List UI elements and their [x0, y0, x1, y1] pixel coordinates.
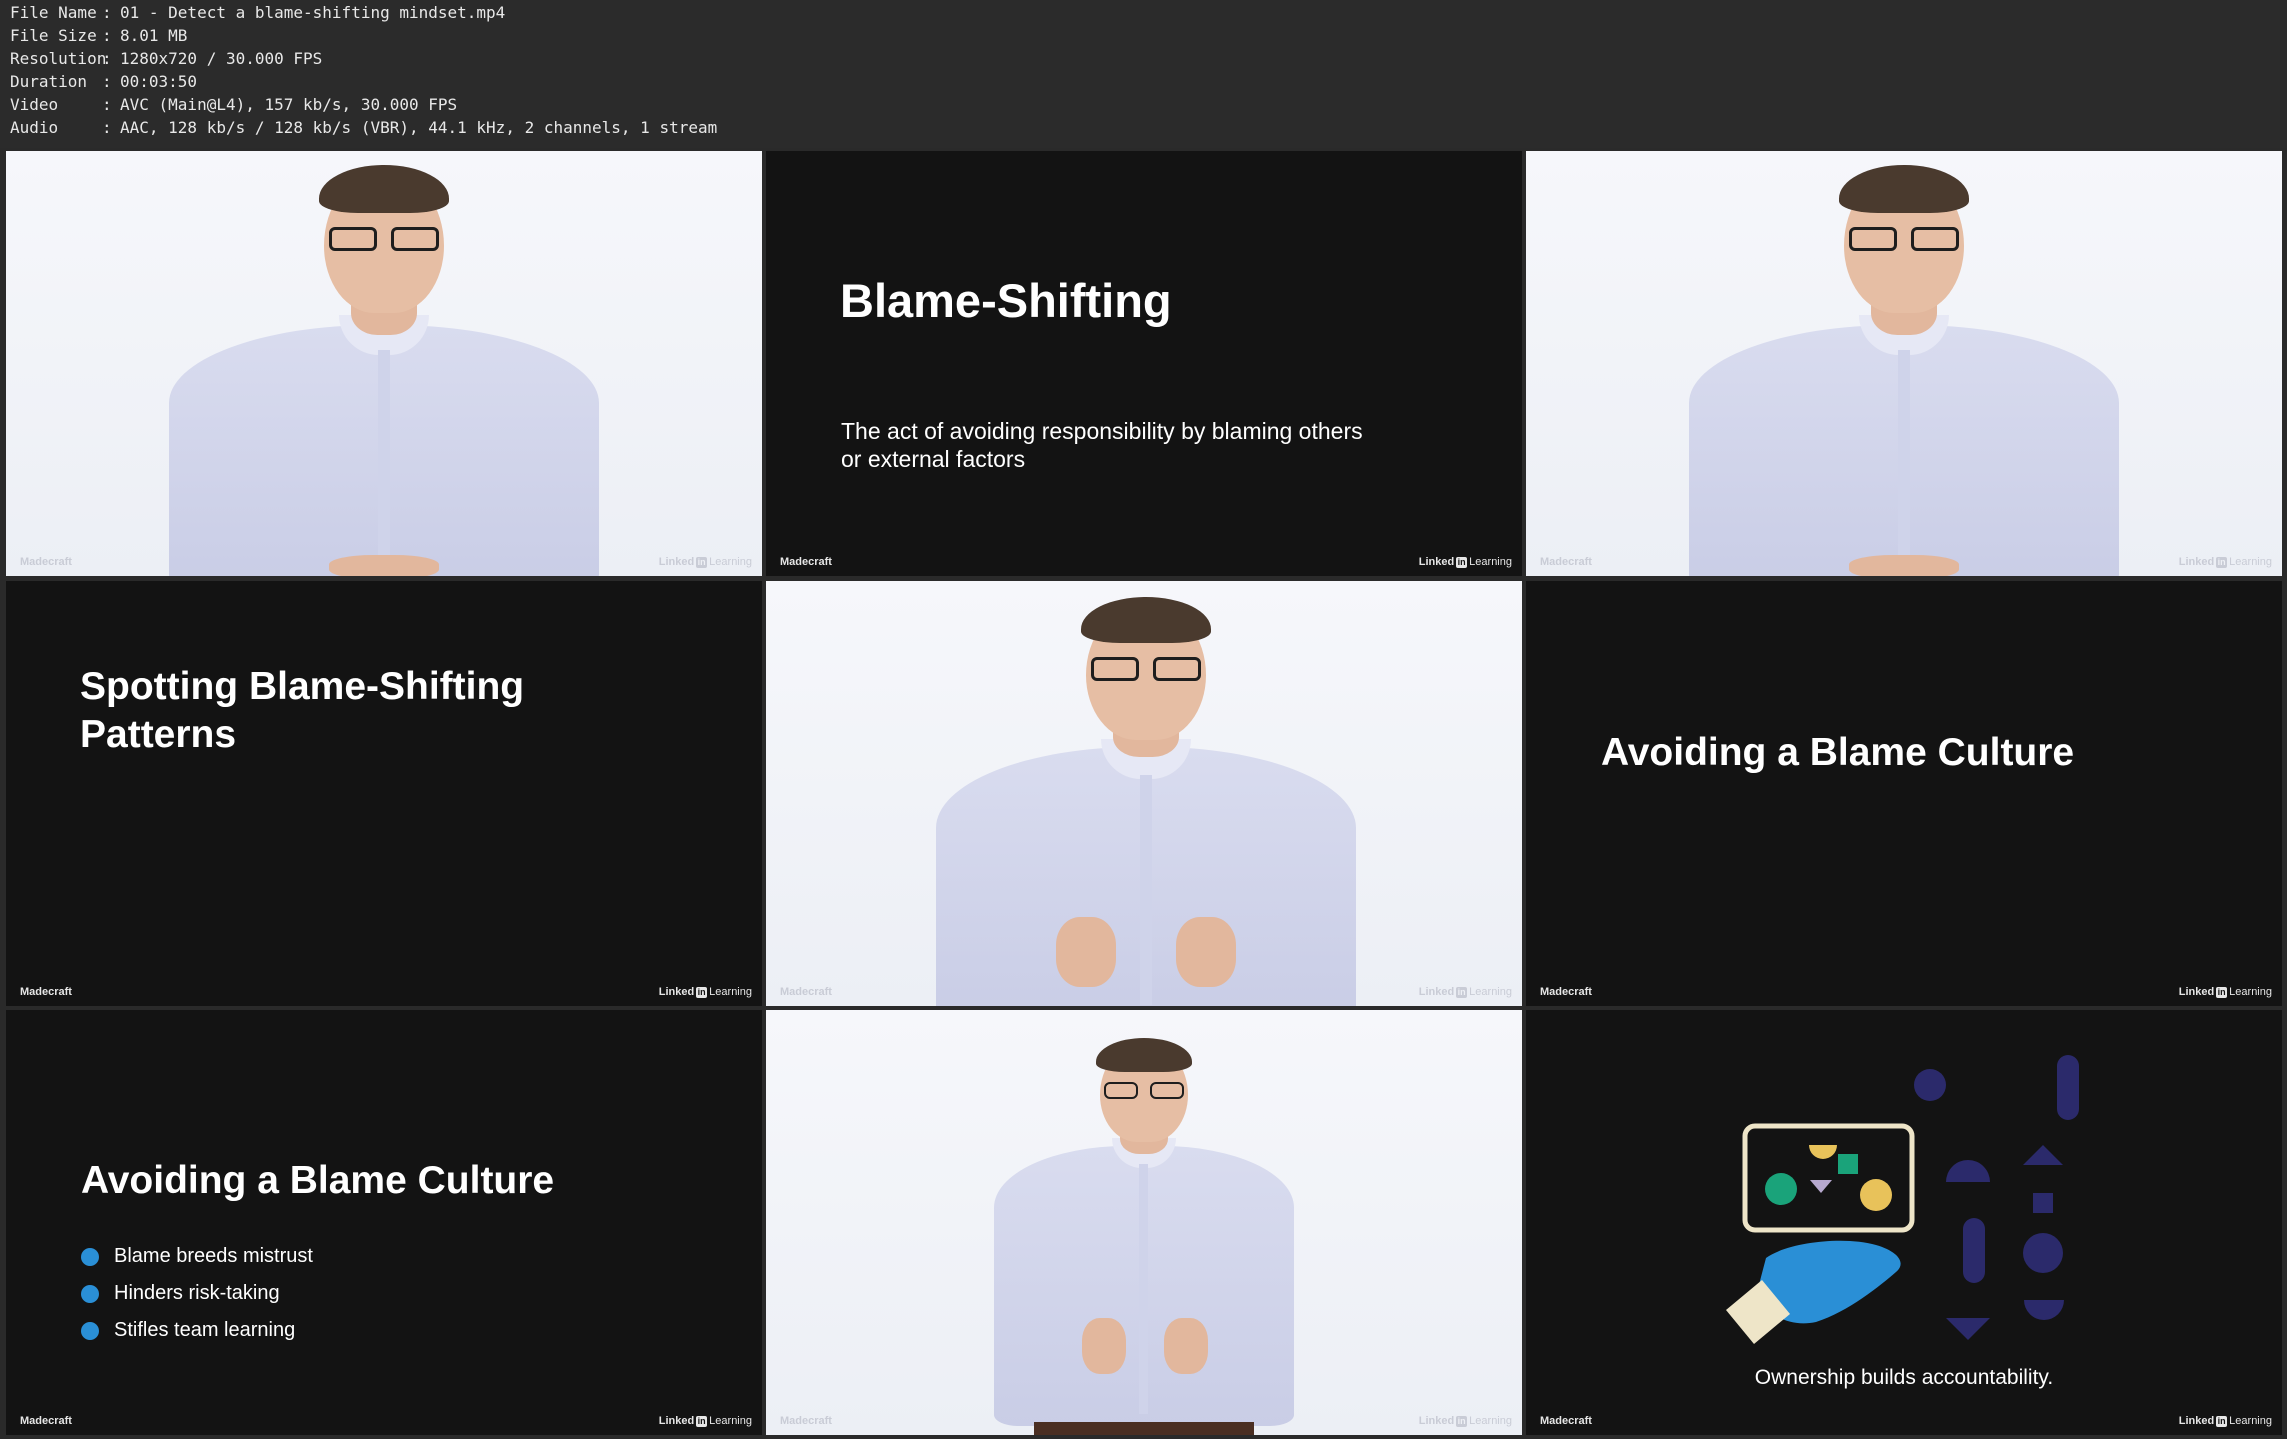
- file-info-row: Resolution: 1280x720 / 30.000 FPS: [10, 49, 323, 68]
- madecraft-logo: Madecraft: [1540, 1415, 1592, 1427]
- thumbnail-slide-avoiding-bullets[interactable]: Avoiding a Blame Culture Blame breeds mi…: [6, 1010, 762, 1435]
- thumbnail-presenter-4[interactable]: Madecraft Linked in Learning: [766, 1010, 1522, 1435]
- navy-pill-shape-2: [1963, 1218, 1985, 1283]
- slide-caption: Ownership builds accountability.: [1754, 1366, 2054, 1389]
- linkedin-learning-logo: Linked in Learning: [2178, 556, 2272, 568]
- slide-title: Avoiding a Blame Culture: [81, 1159, 555, 1202]
- slide-definition-line-1: The act of avoiding responsibility by bl…: [841, 418, 1363, 444]
- navy-pill-shape: [2057, 1055, 2079, 1120]
- bullet-dot-icon: [81, 1247, 99, 1266]
- presenter-figure: [994, 1038, 1294, 1435]
- madecraft-logo: Madecraft: [20, 556, 72, 568]
- thumbnail-slide-ownership[interactable]: Ownership builds accountability. Madecra…: [1526, 1010, 2282, 1435]
- thumbnail-presenter-3[interactable]: Madecraft Linked in Learning: [766, 581, 1522, 1006]
- linkedin-learning-logo: Linked in Learning: [1418, 1415, 1512, 1427]
- linkedin-learning-logo: Linked in Learning: [2178, 986, 2272, 998]
- bullet-dot-icon: [81, 1321, 99, 1340]
- navy-square-shape: [2033, 1193, 2053, 1213]
- navy-circle-shape: [1914, 1069, 1946, 1101]
- bullet-item: Hinders risk-taking: [81, 1275, 313, 1312]
- file-info-row: Audio: AAC, 128 kb/s / 128 kb/s (VBR), 44…: [10, 118, 718, 137]
- linkedin-learning-logo: Linked in Learning: [1418, 986, 1512, 998]
- madecraft-logo: Madecraft: [20, 986, 72, 998]
- bullet-item: Blame breeds mistrust: [81, 1238, 313, 1275]
- madecraft-logo: Madecraft: [1540, 986, 1592, 998]
- navy-triangle-down-shape: [1946, 1318, 1990, 1340]
- madecraft-logo: Madecraft: [780, 986, 832, 998]
- file-info-row: File Name:01 - Detect a blame-shifting m…: [10, 3, 506, 22]
- linkedin-learning-logo: Linked in Learning: [2178, 1415, 2272, 1427]
- bullet-list: Blame breeds mistrust Hinders risk-takin…: [81, 1238, 313, 1349]
- slide-title: Blame-Shifting: [840, 274, 1172, 327]
- slide-title-line-1: Spotting Blame-Shifting: [80, 665, 525, 708]
- file-info-panel: File Name:01 - Detect a blame-shifting m…: [0, 0, 2287, 148]
- file-info-row: File Size:8.01 MB: [10, 26, 188, 45]
- yellow-circle-shape: [1860, 1179, 1892, 1211]
- file-info-row: Video: AVC (Main@L4), 157 kb/s, 30.000 FP…: [10, 95, 458, 114]
- slide-title: Avoiding a Blame Culture: [1601, 731, 2075, 774]
- bullet-item: Stifles team learning: [81, 1312, 313, 1349]
- thumbnail-presenter-2[interactable]: Madecraft Linked in Learning: [1526, 151, 2282, 576]
- thumbnail-presenter-1[interactable]: Madecraft Linked in Learning: [6, 151, 762, 576]
- presenter-figure: [1689, 165, 2119, 576]
- slide-title-line-2: Patterns: [80, 713, 237, 756]
- presenter-figure: [936, 597, 1356, 1006]
- file-info-row: Duration:00:03:50: [10, 72, 198, 91]
- linkedin-learning-logo: Linked in Learning: [658, 556, 752, 568]
- green-square-shape: [1838, 1154, 1858, 1174]
- madecraft-logo: Madecraft: [1540, 556, 1592, 568]
- madecraft-logo: Madecraft: [780, 556, 832, 568]
- navy-circle-shape-2: [2023, 1233, 2063, 1273]
- thumbnail-slide-avoiding[interactable]: Avoiding a Blame Culture Madecraft Linke…: [1526, 581, 2282, 1006]
- bullet-dot-icon: [81, 1284, 99, 1303]
- thumbnail-slide-blame-shifting[interactable]: Blame-Shifting The act of avoiding respo…: [766, 151, 1522, 576]
- linkedin-learning-logo: Linked in Learning: [658, 986, 752, 998]
- navy-semicircle-shape-2: [2024, 1300, 2064, 1320]
- presenter-figure: [169, 165, 599, 576]
- thumbnail-slide-spotting[interactable]: Spotting Blame-Shifting Patterns Madecra…: [6, 581, 762, 1006]
- navy-semicircle-shape: [1946, 1160, 1990, 1182]
- green-circle-shape: [1765, 1173, 1797, 1205]
- madecraft-logo: Madecraft: [20, 1415, 72, 1427]
- linkedin-learning-logo: Linked in Learning: [658, 1415, 752, 1427]
- thumbnail-grid: Madecraft Linked in Learning Blame-Shiftin…: [0, 148, 2287, 1439]
- slide-definition-line-2: or external factors: [841, 446, 1026, 472]
- linkedin-learning-logo: Linked in Learning: [1418, 556, 1512, 568]
- navy-triangle-up-shape: [2023, 1145, 2063, 1165]
- madecraft-logo: Madecraft: [780, 1415, 832, 1427]
